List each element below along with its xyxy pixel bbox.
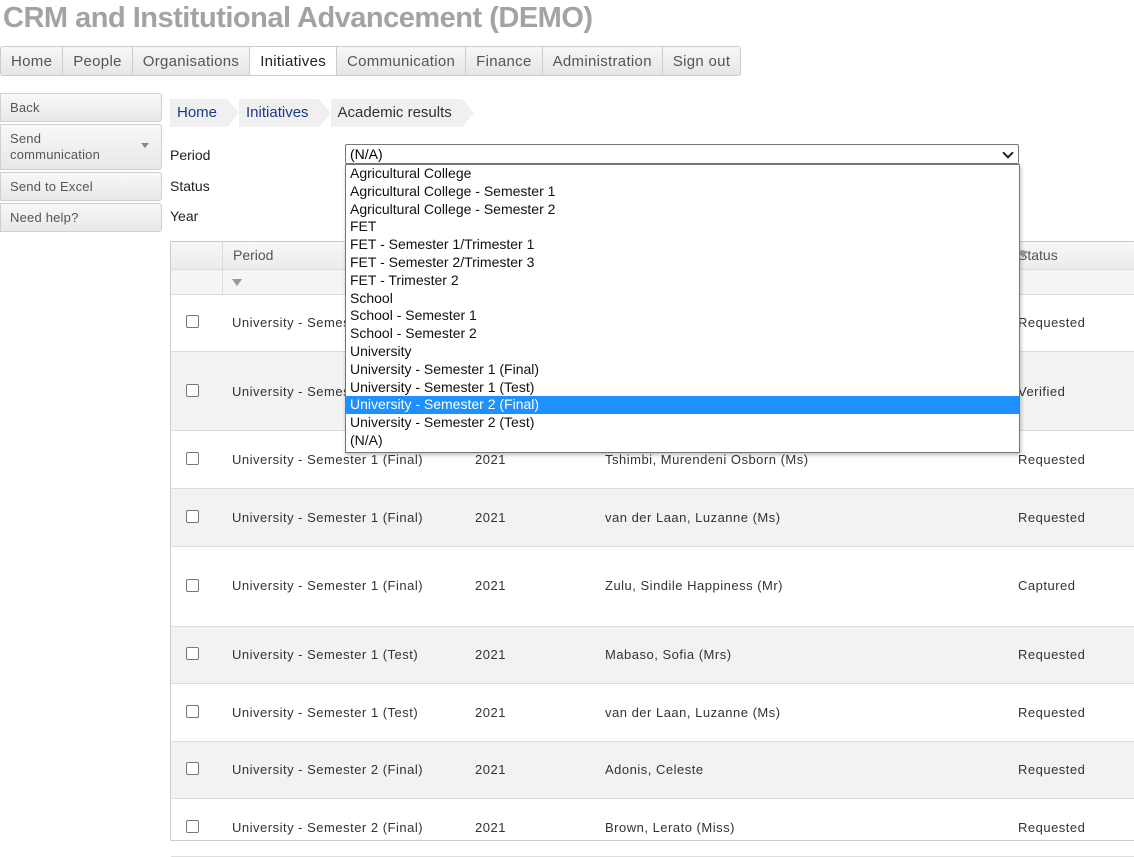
chevron-down-icon: [141, 143, 149, 148]
dropdown-option[interactable]: University - Semester 2 (Test): [346, 414, 1019, 432]
period-label: Period: [170, 147, 211, 163]
dropdown-option[interactable]: School - Semester 2: [346, 325, 1019, 343]
row-checkbox[interactable]: [186, 820, 199, 833]
row-period: University - Semes: [232, 315, 351, 330]
row-period: University - Semester 2 (Final): [232, 762, 424, 777]
dropdown-option[interactable]: (N/A): [346, 432, 1019, 450]
row-checkbox[interactable]: [186, 510, 199, 523]
breadcrumb: Home Initiatives Academic results: [170, 99, 475, 127]
send-communication-label: Send communication: [10, 131, 101, 162]
row-person[interactable]: Adonis, Celeste: [605, 762, 704, 777]
dropdown-option[interactable]: School - Semester 1: [346, 307, 1019, 325]
year-label: Year: [170, 208, 199, 224]
column-header-period[interactable]: Period: [223, 242, 273, 269]
nav-communication[interactable]: Communication: [337, 47, 467, 75]
row-checkbox[interactable]: [186, 384, 199, 397]
breadcrumb-academic-results: Academic results: [330, 99, 475, 127]
row-year: 2021: [475, 647, 506, 662]
row-person[interactable]: van der Laan, Luzanne (Ms): [605, 510, 781, 525]
row-year: 2021: [475, 705, 506, 720]
row-year: 2021: [475, 578, 506, 593]
row-checkbox[interactable]: [186, 315, 199, 328]
filter-checkbox-cell: [171, 270, 223, 294]
nav-finance[interactable]: Finance: [466, 47, 543, 75]
row-status: Requested: [1018, 510, 1086, 525]
back-button[interactable]: Back: [0, 93, 162, 122]
dropdown-option[interactable]: FET - Trimester 2: [346, 272, 1019, 290]
row-year: 2021: [475, 762, 506, 777]
row-checkbox[interactable]: [186, 647, 199, 660]
row-status: Requested: [1018, 820, 1086, 835]
dropdown-option[interactable]: FET - Semester 1/Trimester 1: [346, 236, 1019, 254]
period-select[interactable]: (N/A): [345, 144, 1019, 164]
breadcrumb-home[interactable]: Home: [170, 99, 240, 127]
nav-administration[interactable]: Administration: [543, 47, 663, 75]
chevron-down-icon: [1002, 147, 1014, 159]
side-actions: Back Send communication Send to Excel Ne…: [0, 93, 162, 234]
table-row[interactable]: University - Semester 1 (Final) 2021 Zul…: [171, 547, 1134, 627]
row-status: Verified: [1018, 384, 1066, 399]
breadcrumb-initiatives[interactable]: Initiatives: [239, 99, 331, 127]
table-row[interactable]: University - Semester 1 (Final) 2021 van…: [171, 489, 1134, 547]
app-title: CRM and Institutional Advancement (DEMO): [3, 2, 593, 34]
row-person[interactable]: van der Laan, Luzanne (Ms): [605, 705, 781, 720]
header-checkbox-cell: [171, 242, 223, 269]
dropdown-option[interactable]: FET: [346, 218, 1019, 236]
period-dropdown-list: Agricultural College Agricultural Colleg…: [345, 164, 1020, 453]
main-nav: Home People Organisations Initiatives Co…: [0, 46, 742, 76]
row-status: Requested: [1018, 647, 1086, 662]
dropdown-option[interactable]: Agricultural College - Semester 2: [346, 201, 1019, 219]
send-communication-button[interactable]: Send communication: [0, 124, 162, 170]
row-checkbox[interactable]: [186, 452, 199, 465]
status-label: Status: [170, 178, 210, 194]
need-help-button[interactable]: Need help?: [0, 203, 162, 232]
row-checkbox[interactable]: [186, 579, 199, 592]
dropdown-option-highlighted[interactable]: University - Semester 2 (Final): [346, 396, 1019, 415]
table-row[interactable]: University - Semester 1 (Test) 2021 Maba…: [171, 627, 1134, 684]
table-row[interactable]: University - Semester 2 (Final) 2021 Bro…: [171, 799, 1134, 857]
nav-home[interactable]: Home: [1, 47, 64, 75]
row-year: 2021: [475, 820, 506, 835]
row-period: University - Semes: [232, 384, 351, 399]
row-person[interactable]: Brown, Lerato (Miss): [605, 820, 735, 835]
row-year: 2021: [475, 452, 506, 467]
dropdown-option[interactable]: Agricultural College: [346, 165, 1019, 183]
nav-initiatives[interactable]: Initiatives: [250, 47, 338, 75]
table-row[interactable]: University - Semester 2 (Final) 2021 Ado…: [171, 742, 1134, 799]
dropdown-option[interactable]: University - Semester 1 (Final): [346, 361, 1019, 379]
row-person[interactable]: Zulu, Sindile Happiness (Mr): [605, 578, 783, 593]
row-status: Requested: [1018, 315, 1086, 330]
dropdown-option[interactable]: FET - Semester 2/Trimester 3: [346, 254, 1019, 272]
period-select-value: (N/A): [350, 146, 383, 162]
row-checkbox[interactable]: [186, 705, 199, 718]
row-year: 2021: [475, 510, 506, 525]
dropdown-option[interactable]: University: [346, 343, 1019, 361]
row-period: University - Semester 1 (Final): [232, 510, 424, 525]
dropdown-option[interactable]: University - Semester 1 (Test): [346, 379, 1019, 397]
row-period: University - Semester 1 (Test): [232, 705, 419, 720]
row-person[interactable]: Mabaso, Sofia (Mrs): [605, 647, 732, 662]
row-status: Captured: [1018, 578, 1076, 593]
nav-sign-out[interactable]: Sign out: [663, 47, 740, 75]
row-status: Requested: [1018, 452, 1086, 467]
dropdown-option[interactable]: School: [346, 290, 1019, 308]
row-period: University - Semester 1 (Final): [232, 452, 424, 467]
row-period: University - Semester 1 (Test): [232, 647, 419, 662]
row-period: University - Semester 2 (Final): [232, 820, 424, 835]
row-status: Requested: [1018, 705, 1086, 720]
table-row[interactable]: University - Semester 1 (Test) 2021 van …: [171, 684, 1134, 742]
nav-people[interactable]: People: [63, 47, 133, 75]
send-to-excel-button[interactable]: Send to Excel: [0, 172, 162, 201]
filter-icon[interactable]: [232, 279, 242, 286]
row-status: Requested: [1018, 762, 1086, 777]
row-person[interactable]: Tshimbi, Murendeni Osborn (Ms): [605, 452, 809, 467]
row-period: University - Semester 1 (Final): [232, 578, 424, 593]
nav-organisations[interactable]: Organisations: [133, 47, 251, 75]
row-checkbox[interactable]: [186, 762, 199, 775]
dropdown-option[interactable]: Agricultural College - Semester 1: [346, 183, 1019, 201]
